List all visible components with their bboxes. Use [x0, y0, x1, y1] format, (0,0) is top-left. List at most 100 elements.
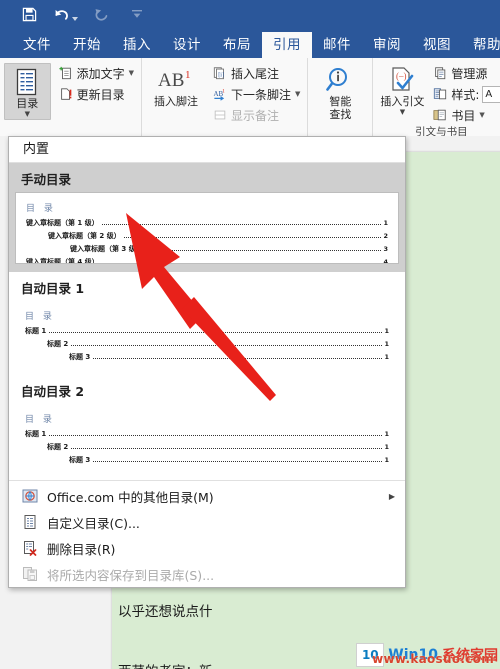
- manage-sources-button[interactable]: 管理源: [429, 63, 500, 83]
- preview-toc-entry: 键入章标题（第 4 级） 4: [26, 258, 388, 264]
- site-watermark: 10 Win10 系统家园 www.kaosuo.com: [356, 643, 498, 667]
- add-text-dropdown-arrow[interactable]: ▼: [129, 69, 134, 77]
- save-icon[interactable]: [20, 5, 38, 23]
- tab-insert[interactable]: 插入: [112, 32, 162, 58]
- preview-entry-text: 标题 3: [69, 456, 91, 464]
- ribbon-group-toc: 目录 ▼ 添加文字 ▼ 更新目录: [0, 58, 142, 136]
- menu-item-label: 删除目录(R): [47, 541, 116, 557]
- menu-item-more-toc-from-office-com[interactable]: Office.com 中的其他目录(M) ▶: [9, 483, 405, 509]
- leader-dots: [71, 344, 383, 346]
- insert-endnote-button[interactable]: [i] 插入尾注: [209, 63, 303, 83]
- gallery-item-title: 手动目录: [21, 172, 72, 187]
- preview-entry-page: 4: [383, 258, 388, 264]
- ribbon-group-citations: (–) 插入引文 ▼ 管理源 样式: A 书目 ▼ 引文与书目: [373, 58, 500, 138]
- citation-style-value[interactable]: A: [482, 85, 500, 103]
- tab-file[interactable]: 文件: [12, 32, 62, 58]
- watermark-url: www.kaosuo.com: [372, 652, 494, 666]
- gallery-item-automatic-toc-2[interactable]: 自动目录 2 目 录 标题 1 1 标题 2 1 标题 3 1: [9, 375, 405, 478]
- add-text-label: 添加文字: [76, 66, 125, 81]
- tab-review[interactable]: 审阅: [362, 32, 412, 58]
- menu-item-label: 将所选内容保存到目录库(S)...: [47, 567, 215, 583]
- preview-heading: 目 录: [26, 204, 56, 214]
- menu-item-custom-toc[interactable]: 自定义目录(C)...: [9, 509, 405, 535]
- smart-lookup-button[interactable]: 智能 查找: [312, 62, 368, 122]
- insert-footnote-button[interactable]: AB 1 插入脚注: [146, 62, 206, 109]
- preview-entry-text: 键入章标题（第 2 级）: [48, 232, 121, 240]
- leader-dots: [49, 331, 383, 333]
- preview-entry-text: 键入章标题（第 1 级）: [26, 219, 99, 227]
- update-toc-label: 更新目录: [76, 87, 125, 102]
- manage-sources-label: 管理源: [451, 66, 488, 81]
- gallery-item-manual-toc[interactable]: 手动目录 目 录 键入章标题（第 1 级） 1 键入章标题（第 2 级） 2 键: [9, 163, 405, 272]
- customize-quick-access-toolbar-icon[interactable]: [128, 5, 146, 23]
- menu-item-label: Office.com 中的其他目录(M): [47, 489, 214, 505]
- dropdown-separator: [9, 480, 405, 481]
- title-bar: [0, 0, 500, 28]
- tab-references[interactable]: 引用: [262, 32, 312, 58]
- update-toc-button[interactable]: 更新目录: [55, 84, 137, 104]
- undo-icon[interactable]: [52, 5, 70, 23]
- preview-entry-text: 标题 3: [69, 353, 91, 361]
- next-footnote-dropdown-arrow[interactable]: ▼: [295, 90, 300, 98]
- redo-icon: [92, 5, 110, 23]
- update-toc-icon: [58, 86, 74, 102]
- insert-citation-dropdown-arrow[interactable]: ▼: [400, 109, 405, 116]
- preview-toc-entry: 标题 1 1: [25, 327, 389, 335]
- save-selection-icon: [19, 566, 41, 582]
- tab-design[interactable]: 设计: [162, 32, 212, 58]
- leader-dots: [123, 236, 382, 238]
- citation-small-commands: 管理源 样式: A 书目 ▼: [429, 62, 500, 125]
- menu-item-save-selection-to-toc-gallery: 将所选内容保存到目录库(S)...: [9, 561, 405, 587]
- leader-dots: [145, 249, 382, 251]
- next-footnote-button[interactable]: AB 1 下一条脚注 ▼: [209, 84, 303, 104]
- svg-text:1: 1: [185, 69, 191, 81]
- add-text-button[interactable]: 添加文字 ▼: [55, 63, 137, 83]
- show-notes-label: 显示备注: [231, 108, 280, 123]
- bibliography-button[interactable]: 书目 ▼: [429, 105, 500, 125]
- tab-help[interactable]: 帮助: [462, 32, 500, 58]
- citation-style-selector[interactable]: 样式: A: [429, 84, 500, 104]
- insert-citation-button[interactable]: (–) 插入引文 ▼: [377, 62, 427, 117]
- undo-button[interactable]: [52, 3, 78, 25]
- preview-entry-page: 1: [384, 430, 389, 438]
- leader-dots: [71, 447, 383, 449]
- leader-dots: [102, 262, 382, 263]
- preview-toc-entry: 键入章标题（第 2 级） 2: [26, 232, 388, 240]
- table-of-contents-button[interactable]: 目录 ▼: [4, 63, 51, 120]
- leader-dots: [93, 357, 383, 359]
- gallery-item-automatic-toc-1[interactable]: 自动目录 1 目 录 标题 1 1 标题 2 1 标题 3 1: [9, 272, 405, 375]
- gallery-item-title: 自动目录 2: [21, 384, 85, 399]
- tab-layout[interactable]: 布局: [212, 32, 262, 58]
- table-of-contents-icon: [14, 67, 40, 97]
- preview-toc-entry: 标题 2 1: [25, 443, 389, 451]
- toc-gallery: 手动目录 目 录 键入章标题（第 1 级） 1 键入章标题（第 2 级） 2 键: [9, 163, 405, 478]
- style-icon: [432, 86, 448, 102]
- menu-item-remove-toc[interactable]: 删除目录(R): [9, 535, 405, 561]
- preview-entry-page: 1: [384, 443, 389, 451]
- bibliography-label: 书目: [451, 108, 476, 123]
- tab-mailings[interactable]: 邮件: [312, 32, 362, 58]
- preview-entry-text: 标题 1: [25, 430, 47, 438]
- show-notes-button: 显示备注: [209, 105, 303, 125]
- chevron-right-icon: ▶: [388, 491, 395, 501]
- leader-dots: [101, 223, 382, 225]
- preview-heading: 目 录: [25, 312, 55, 322]
- preview-entry-page: 1: [384, 456, 389, 464]
- insert-citation-label: 插入引文: [380, 95, 425, 108]
- tab-home[interactable]: 开始: [62, 32, 112, 58]
- undo-dropdown-arrow[interactable]: [71, 3, 78, 25]
- preview-entry-text: 标题 1: [25, 327, 47, 335]
- preview-toc-entry: 标题 1 1: [25, 430, 389, 438]
- bibliography-icon: [432, 107, 448, 123]
- tab-view[interactable]: 视图: [412, 32, 462, 58]
- smart-lookup-icon: [326, 65, 354, 95]
- next-footnote-icon: AB 1: [212, 86, 228, 102]
- gallery-item-title: 自动目录 1: [21, 281, 85, 296]
- table-of-contents-dropdown-arrow[interactable]: ▼: [25, 111, 30, 118]
- insert-footnote-label: 插入脚注: [154, 95, 198, 108]
- toc-group-label: [4, 122, 137, 136]
- bibliography-dropdown-arrow[interactable]: ▼: [479, 111, 484, 119]
- preview-toc-entry: 标题 2 1: [25, 340, 389, 348]
- add-text-icon: [58, 65, 74, 81]
- ribbon-tab-strip: 文件 开始 插入 设计 布局 引用 邮件 审阅 视图 帮助: [0, 28, 500, 58]
